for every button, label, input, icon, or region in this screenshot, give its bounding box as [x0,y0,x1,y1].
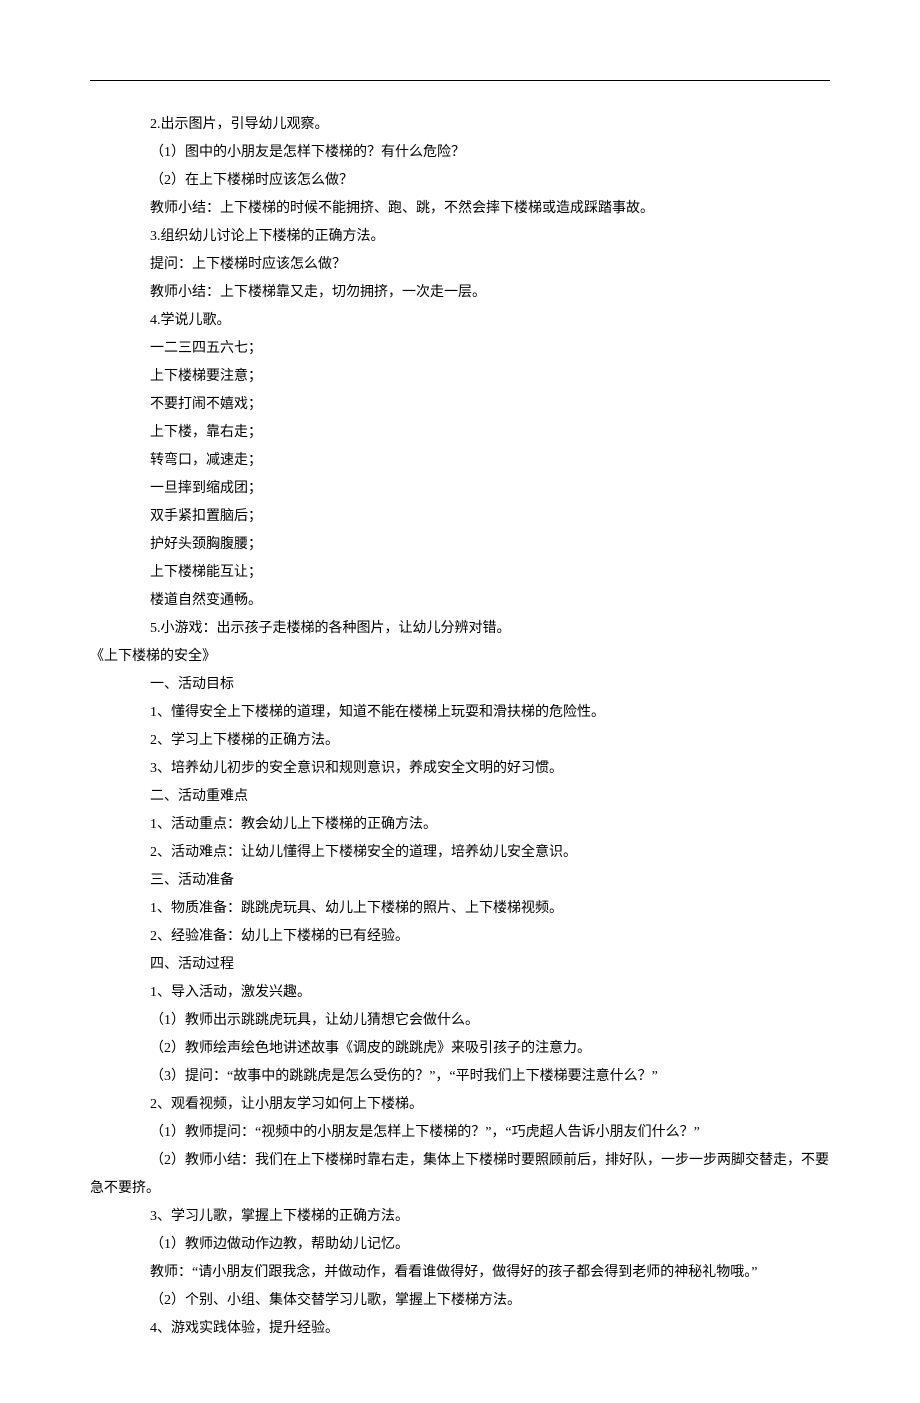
text-line: 上下楼，靠右走； [90,419,830,447]
text-line: 3、学习儿歌，掌握上下楼梯的正确方法。 [90,1203,830,1231]
text-line: 双手紧扣置脑后； [90,503,830,531]
text-line: 三、活动准备 [90,867,830,895]
text-line: 上下楼梯要注意； [90,363,830,391]
text-line: （2）个别、小组、集体交替学习儿歌，掌握上下楼梯方法。 [90,1287,830,1315]
text-line: 1、懂得安全上下楼梯的道理，知道不能在楼梯上玩耍和滑扶梯的危险性。 [90,699,830,727]
text-line: 转弯口，减速走； [90,447,830,475]
text-line: （1）教师边做动作边教，帮助幼儿记忆。 [90,1231,830,1259]
text-line: 2、学习上下楼梯的正确方法。 [90,727,830,755]
text-line: 教师：“请小朋友们跟我念，并做动作，看看谁做得好，做得好的孩子都会得到老师的神秘… [90,1259,830,1287]
text-line: 楼道自然变通畅。 [90,587,830,615]
text-line: 1、导入活动，激发兴趣。 [90,979,830,1007]
text-line: 4.学说儿歌。 [90,307,830,335]
text-line: 2.出示图片，引导幼儿观察。 [90,111,830,139]
text-line: 四、活动过程 [90,951,830,979]
text-line: 2、经验准备：幼儿上下楼梯的已有经验。 [90,923,830,951]
text-line: 一、活动目标 [90,671,830,699]
text-line: 上下楼梯能互让； [90,559,830,587]
text-line: 一旦摔到缩成团； [90,475,830,503]
text-line: 二、活动重难点 [90,783,830,811]
text-line: （2）教师绘声绘色地讲述故事《调皮的跳跳虎》来吸引孩子的注意力。 [90,1035,830,1063]
text-line: （2）在上下楼梯时应该怎么做？ [90,167,830,195]
text-line: 3.组织幼儿讨论上下楼梯的正确方法。 [90,223,830,251]
document-body: 2.出示图片，引导幼儿观察。（1）图中的小朋友是怎样下楼梯的？有什么危险？（2）… [90,111,830,1343]
text-line: 2、活动难点：让幼儿懂得上下楼梯安全的道理，培养幼儿安全意识。 [90,839,830,867]
text-line: （3）提问：“故事中的跳跳虎是怎么受伤的？”，“平时我们上下楼梯要注意什么？” [90,1063,830,1091]
text-line: 5.小游戏：出示孩子走楼梯的各种图片，让幼儿分辨对错。 [90,615,830,643]
text-line: 2、观看视频，让小朋友学习如何上下楼梯。 [90,1091,830,1119]
text-line: 1、活动重点：教会幼儿上下楼梯的正确方法。 [90,811,830,839]
text-line: 4、游戏实践体验，提升经验。 [90,1315,830,1343]
text-line: 《上下楼梯的安全》 [90,643,830,671]
horizontal-rule [90,80,830,81]
text-line: 教师小结：上下楼梯靠又走，切勿拥挤，一次走一层。 [90,279,830,307]
text-line: 提问：上下楼梯时应该怎么做？ [90,251,830,279]
text-line: 护好头颈胸腹腰； [90,531,830,559]
text-line: 3、培养幼儿初步的安全意识和规则意识，养成安全文明的好习惯。 [90,755,830,783]
document-page: 2.出示图片，引导幼儿观察。（1）图中的小朋友是怎样下楼梯的？有什么危险？（2）… [0,0,920,1403]
text-line: （2）教师小结：我们在上下楼梯时靠右走，集体上下楼梯时要照顾前后，排好队，一步一… [90,1147,830,1203]
text-line: （1）教师出示跳跳虎玩具，让幼儿猜想它会做什么。 [90,1007,830,1035]
text-line: 1、物质准备：跳跳虎玩具、幼儿上下楼梯的照片、上下楼梯视频。 [90,895,830,923]
text-line: （1）教师提问：“视频中的小朋友是怎样上下楼梯的？”，“巧虎超人告诉小朋友们什么… [90,1119,830,1147]
text-line: （1）图中的小朋友是怎样下楼梯的？有什么危险？ [90,139,830,167]
text-line: 不要打闹不嬉戏； [90,391,830,419]
text-line: 一二三四五六七； [90,335,830,363]
text-line: 教师小结：上下楼梯的时候不能拥挤、跑、跳，不然会摔下楼梯或造成踩踏事故。 [90,195,830,223]
